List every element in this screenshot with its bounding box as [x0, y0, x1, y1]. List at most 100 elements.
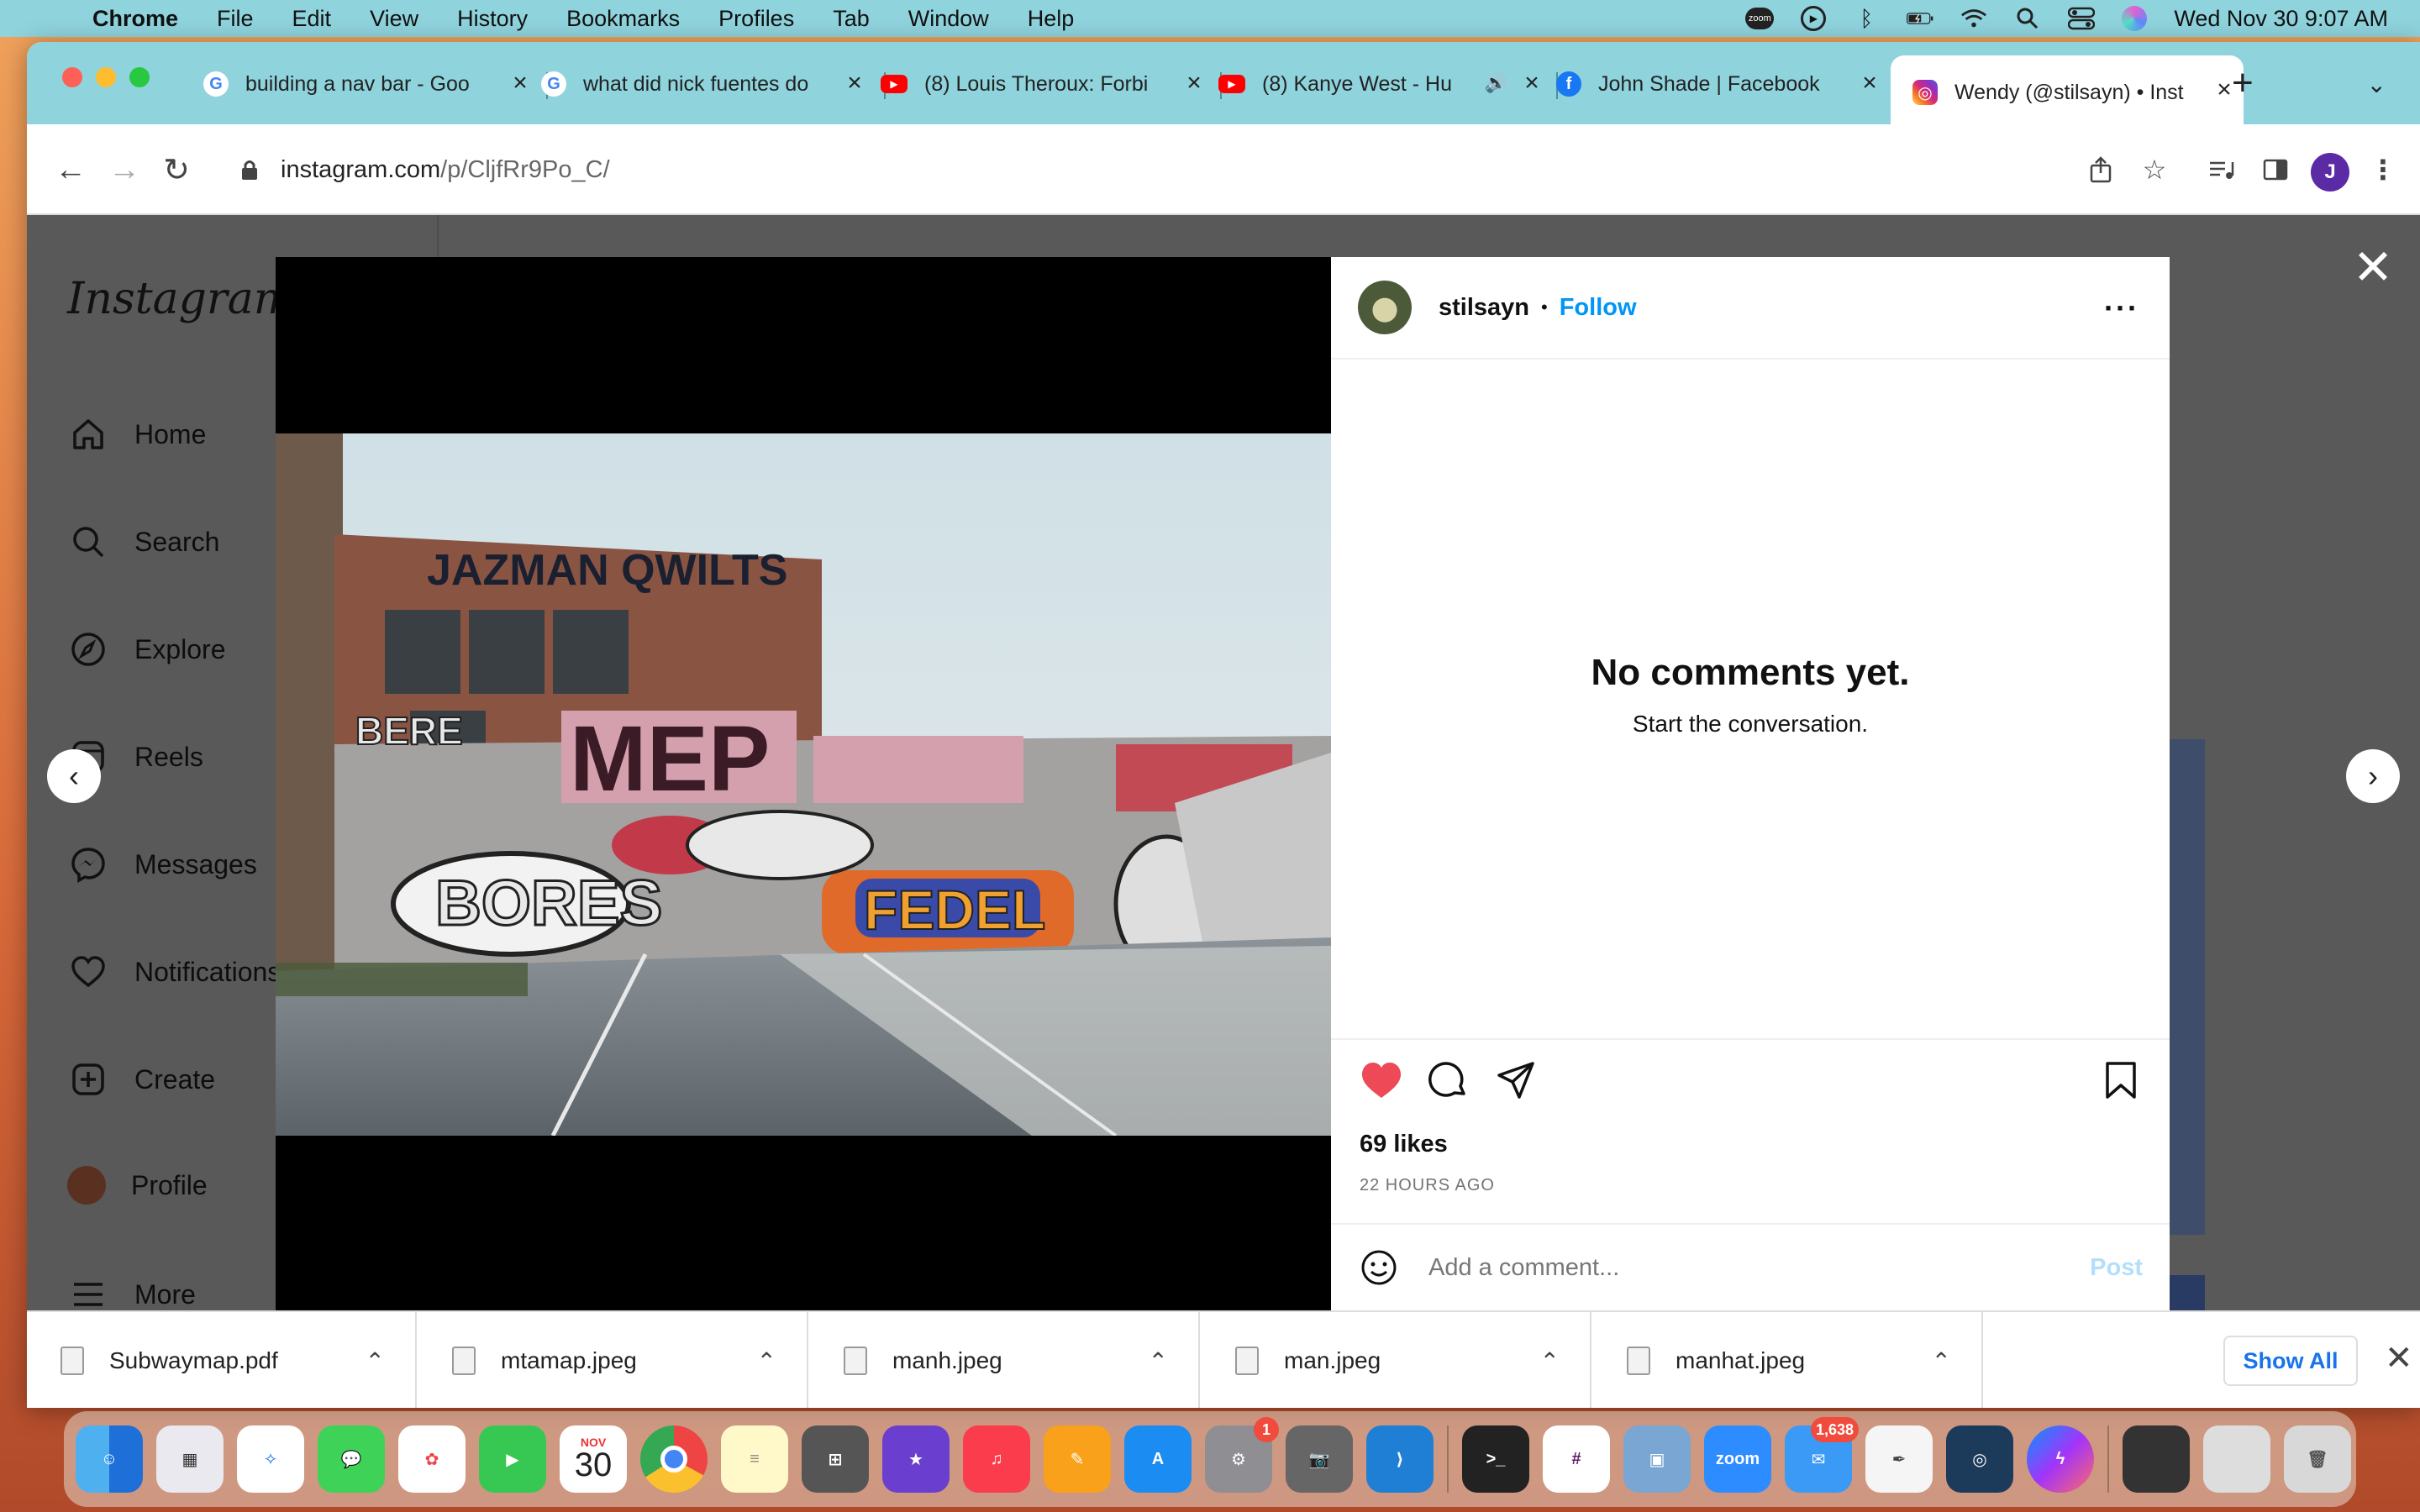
nav-create[interactable]: Create — [67, 1058, 215, 1100]
profile-avatar[interactable]: J — [2311, 153, 2349, 192]
notes-icon[interactable]: ≡ — [721, 1425, 788, 1493]
recent-window-thumbnail[interactable] — [2123, 1425, 2190, 1493]
next-post-chevron-icon[interactable]: › — [2346, 749, 2400, 803]
close-tab-icon[interactable]: × — [1519, 69, 1544, 97]
facetime-icon[interactable]: ▶ — [479, 1425, 546, 1493]
show-all-downloads-button[interactable]: Show All — [2223, 1336, 2358, 1386]
bookmark-star-icon[interactable]: ☆ — [2134, 150, 2175, 190]
siri-icon[interactable] — [2122, 6, 2148, 31]
tab-google-nav-bar[interactable]: G building a nav bar - Goo × — [203, 59, 539, 109]
media-control-icon[interactable] — [2202, 150, 2242, 190]
calculator-icon[interactable]: ⊞ — [802, 1425, 869, 1493]
close-tab-icon[interactable]: × — [1857, 69, 1882, 97]
menu-help[interactable]: Help — [1028, 6, 1075, 32]
mail-icon[interactable]: ✉ 1,638 — [1785, 1417, 1859, 1493]
comment-icon[interactable] — [1425, 1057, 1472, 1104]
tab-youtube-louis-theroux[interactable]: ▶ (8) Louis Theroux: Forbi × — [881, 59, 1213, 109]
author-avatar[interactable] — [1358, 281, 1412, 334]
close-tab-icon[interactable]: × — [842, 69, 867, 97]
post-timestamp[interactable]: 22 HOURS AGO — [1360, 1176, 1495, 1195]
address-bar[interactable]: instagram.com/p/CljfRr9Po_C/ — [213, 141, 2146, 198]
tab-google-nick-fuentes[interactable]: G what did nick fuentes do × — [541, 59, 874, 109]
messenger-app-icon[interactable]: ϟ — [2027, 1425, 2094, 1493]
music-icon[interactable]: ♫ — [963, 1425, 1030, 1493]
post-photo[interactable]: JAZMAN QWILTS MEP BERE BORES FEDEL — [276, 433, 1331, 1136]
tab-instagram-active[interactable]: ◎ Wendy (@stilsayn) • Inst × — [1891, 55, 2244, 124]
back-arrow-icon[interactable]: ← — [50, 150, 91, 190]
save-bookmark-icon[interactable] — [2097, 1057, 2144, 1104]
messages-icon[interactable]: 💬 — [318, 1425, 385, 1493]
previous-post-chevron-icon[interactable]: ‹ — [47, 749, 101, 803]
finder-icon[interactable]: ☺ — [76, 1425, 143, 1493]
minimize-window-button[interactable] — [96, 67, 116, 87]
quicktime-icon[interactable]: ◎ — [1946, 1425, 2013, 1493]
nav-more[interactable]: More — [67, 1273, 196, 1315]
chevron-up-icon[interactable]: ⌃ — [1540, 1347, 1560, 1375]
author-username[interactable]: stilsayn — [1439, 294, 1529, 322]
nav-search[interactable]: Search — [67, 521, 219, 563]
nav-profile[interactable]: Profile — [67, 1166, 208, 1205]
trash-icon[interactable]: 🗑 — [2284, 1425, 2351, 1493]
close-tab-icon[interactable]: × — [508, 69, 533, 97]
close-downloads-icon[interactable]: ✕ — [2385, 1339, 2413, 1378]
menu-view[interactable]: View — [370, 6, 418, 32]
lock-icon[interactable] — [239, 157, 260, 182]
download-item[interactable]: man.jpeg ⌃ — [1202, 1312, 1591, 1408]
comment-input[interactable] — [1428, 1253, 2017, 1282]
nav-notifications[interactable]: Notifications — [67, 951, 281, 993]
pages-icon[interactable]: ✎ — [1044, 1425, 1111, 1493]
launchpad-icon[interactable]: ▦ — [156, 1425, 224, 1493]
follow-button[interactable]: Follow — [1560, 294, 1637, 322]
imovie-icon[interactable]: ★ — [882, 1425, 950, 1493]
close-tab-icon[interactable]: × — [1181, 69, 1207, 97]
menu-app-name[interactable]: Chrome — [92, 6, 178, 32]
nav-home[interactable]: Home — [67, 413, 206, 455]
instagram-logo[interactable]: Instagram — [67, 274, 295, 324]
wifi-icon[interactable] — [1960, 5, 1987, 32]
forward-arrow-icon[interactable]: → — [104, 150, 145, 190]
menu-history[interactable]: History — [457, 6, 528, 32]
chrome-menu-icon[interactable]: ⋮ — [2363, 150, 2403, 190]
nav-explore[interactable]: Explore — [67, 628, 226, 670]
side-panel-icon[interactable] — [2255, 150, 2296, 190]
download-item[interactable]: Subwaymap.pdf ⌃ — [27, 1312, 417, 1408]
play-status-icon[interactable]: ▶ — [1801, 6, 1827, 31]
textedit-icon[interactable]: ✒ — [1865, 1425, 1933, 1493]
nav-messages[interactable]: Messages — [67, 843, 257, 885]
likes-count[interactable]: 69 likes — [1360, 1131, 1448, 1158]
more-options-icon[interactable]: ··· — [2104, 291, 2139, 326]
close-window-button[interactable] — [62, 67, 82, 87]
menu-edit[interactable]: Edit — [292, 6, 332, 32]
like-heart-icon[interactable] — [1358, 1057, 1405, 1104]
safari-icon[interactable]: ✧ — [237, 1425, 304, 1493]
new-tab-icon[interactable]: + — [2232, 62, 2254, 104]
emoji-icon[interactable] — [1358, 1247, 1400, 1289]
download-item[interactable]: manhat.jpeg ⌃ — [1593, 1312, 1983, 1408]
vscode-icon[interactable]: ⟩ — [1366, 1425, 1434, 1493]
zoom-window-button[interactable] — [129, 67, 150, 87]
app-store-icon[interactable]: A — [1124, 1425, 1192, 1493]
post-comment-button[interactable]: Post — [2090, 1254, 2143, 1282]
tab-facebook[interactable]: f John Shade | Facebook × — [1556, 59, 1889, 109]
menu-tab[interactable]: Tab — [833, 6, 870, 32]
reload-icon[interactable]: ↻ — [156, 150, 197, 190]
tab-search-chevron-icon[interactable]: ⌄ — [2367, 71, 2386, 98]
menu-bookmarks[interactable]: Bookmarks — [566, 6, 680, 32]
menu-file[interactable]: File — [217, 6, 254, 32]
chrome-icon[interactable] — [640, 1425, 708, 1493]
calendar-icon[interactable]: NOV 30 — [560, 1425, 627, 1493]
chevron-up-icon[interactable]: ⌃ — [366, 1347, 385, 1375]
bluetooth-icon[interactable]: ᛒ — [1853, 5, 1880, 32]
menu-profiles[interactable]: Profiles — [718, 6, 794, 32]
zoom-status-icon[interactable]: zoom — [1745, 8, 1775, 29]
share-paper-plane-icon[interactable] — [1492, 1057, 1539, 1104]
speaker-icon[interactable]: 🔊 — [1485, 72, 1507, 94]
close-modal-icon[interactable]: ✕ — [2348, 240, 2398, 295]
spotlight-search-icon[interactable] — [2014, 5, 2041, 32]
menu-window[interactable]: Window — [908, 6, 989, 32]
chevron-up-icon[interactable]: ⌃ — [1149, 1347, 1168, 1375]
battery-icon[interactable] — [1907, 5, 1933, 32]
preview-icon[interactable]: ▣ — [1623, 1425, 1691, 1493]
chevron-up-icon[interactable]: ⌃ — [757, 1347, 776, 1375]
system-preferences-icon[interactable]: ⚙ 1 — [1205, 1417, 1279, 1493]
